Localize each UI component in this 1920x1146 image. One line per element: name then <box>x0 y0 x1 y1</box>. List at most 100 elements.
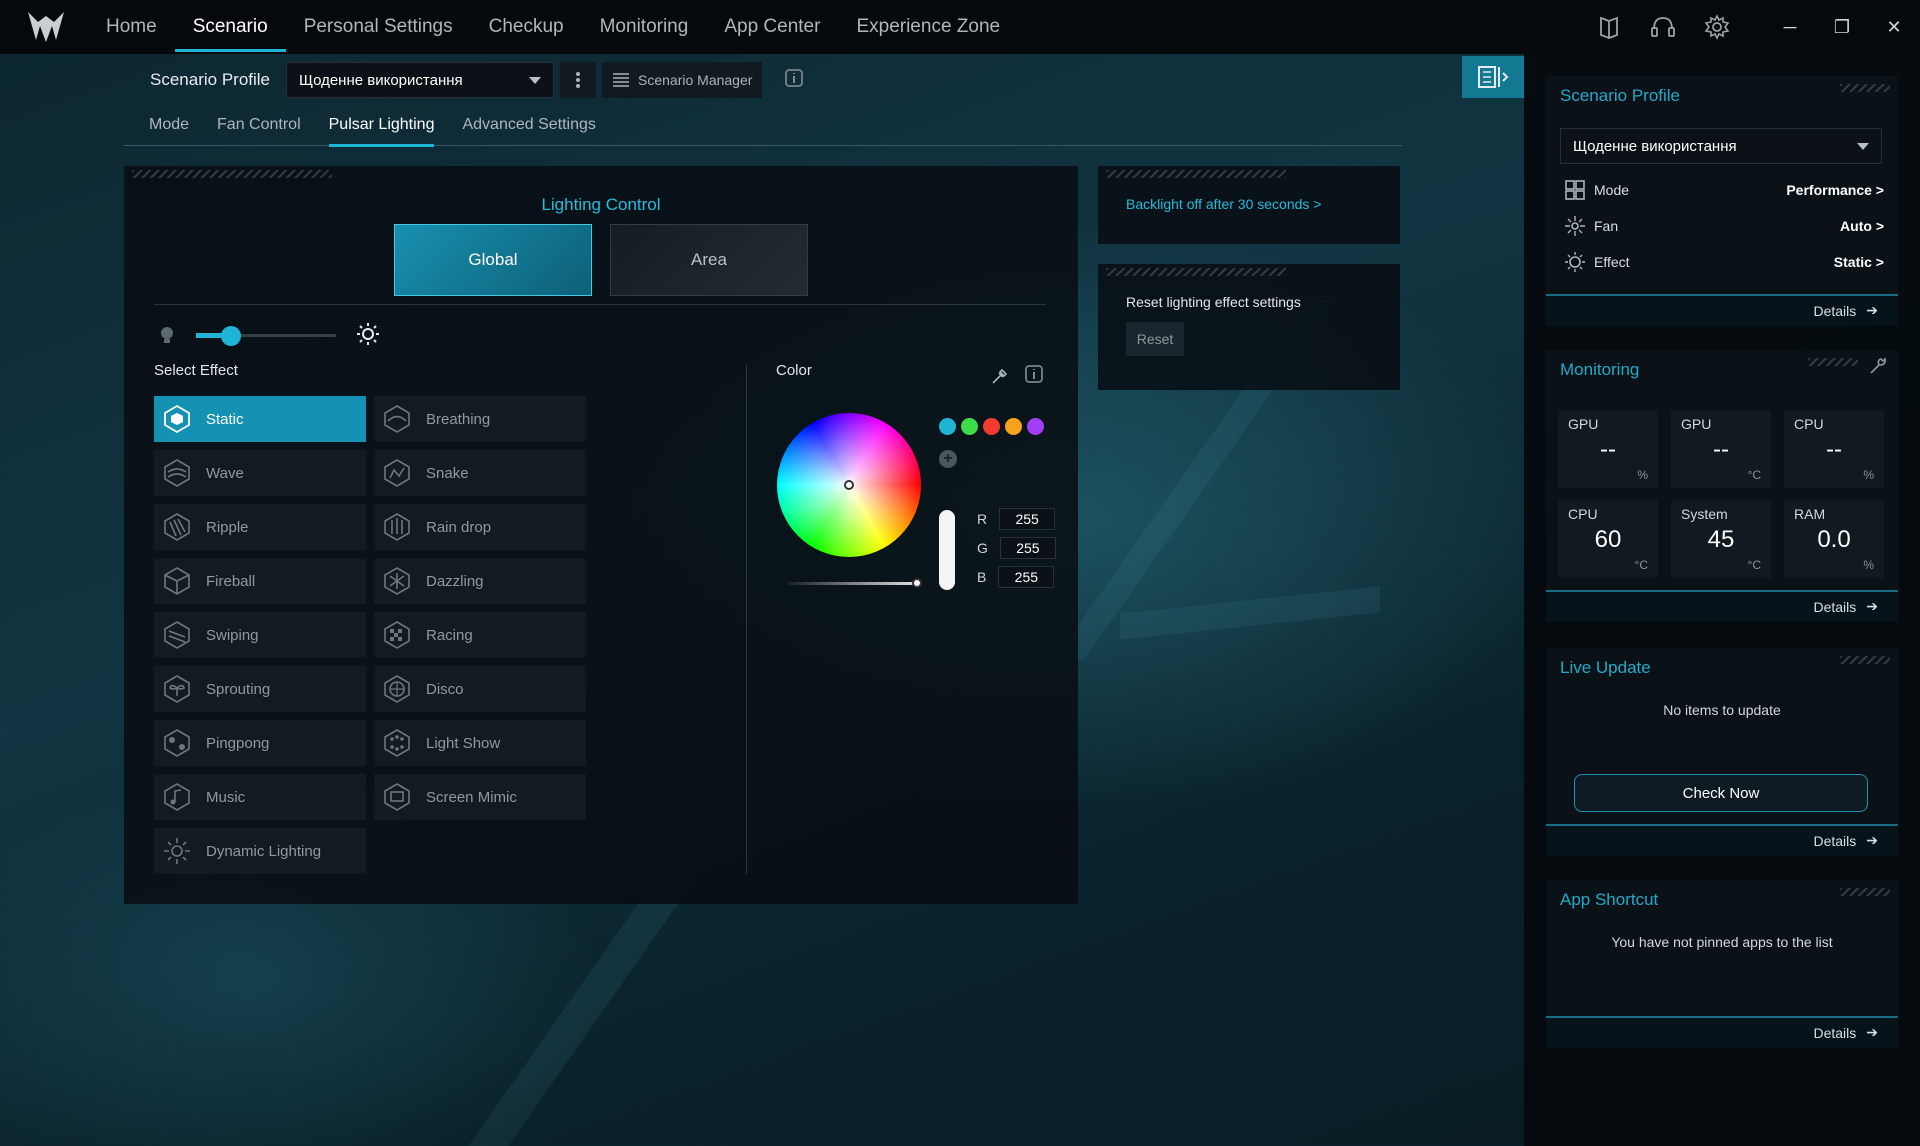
scenario-details-band: Details ➔ <box>1546 294 1898 326</box>
more-options-icon[interactable] <box>560 62 597 98</box>
sprout-icon <box>160 672 194 706</box>
effect-racing[interactable]: Racing <box>374 612 586 658</box>
g-input[interactable]: 255 <box>999 537 1056 559</box>
app-shortcut-title: App Shortcut <box>1560 890 1659 909</box>
value-slider-track[interactable] <box>788 582 920 585</box>
effect-swiping[interactable]: Swiping <box>154 612 366 658</box>
nav-personal-settings[interactable]: Personal Settings <box>286 0 471 54</box>
monitoring-details-band: Details ➔ <box>1546 590 1898 622</box>
nav-home[interactable]: Home <box>88 0 175 54</box>
effect-sprouting[interactable]: Sprouting <box>154 666 366 712</box>
effect-screen-mimic[interactable]: Screen Mimic <box>374 774 586 820</box>
lighting-control-title: Lighting Control <box>541 195 661 214</box>
color-label: Color <box>776 362 812 379</box>
value-slider-thumb[interactable] <box>912 578 922 588</box>
scenario-details-link[interactable]: Details ➔ <box>1813 302 1878 319</box>
scenario-profile-select[interactable]: Щоденне використання <box>286 62 555 98</box>
nav-checkup[interactable]: Checkup <box>471 0 582 54</box>
g-label: G <box>977 540 988 556</box>
restore-icon[interactable]: ❐ <box>1816 0 1868 54</box>
effect-wave[interactable]: Wave <box>154 450 366 496</box>
nav-experience-zone[interactable]: Experience Zone <box>838 0 1018 54</box>
headset-icon[interactable] <box>1636 0 1690 54</box>
scenario-manager-label: Scenario Manager <box>638 72 753 88</box>
color-swatch[interactable] <box>983 418 1000 435</box>
effect-breathing[interactable]: Breathing <box>374 396 586 442</box>
effect-music[interactable]: Music <box>154 774 366 820</box>
nav-app-center[interactable]: App Center <box>706 0 838 54</box>
tab-advanced-settings[interactable]: Advanced Settings <box>462 104 595 146</box>
settings-gear-icon[interactable] <box>1690 0 1744 54</box>
racing-flag-icon <box>380 618 414 652</box>
monitor-cpu-temp: CPU 60 °C <box>1558 500 1658 578</box>
effect-snake[interactable]: Snake <box>374 450 586 496</box>
scenario-profile-card-title: Scenario Profile <box>1560 86 1681 105</box>
color-wheel-selector[interactable] <box>844 480 854 490</box>
scenario-profile-side-value: Щоденне використання <box>1573 137 1737 155</box>
arrow-right-icon: ➔ <box>1866 1024 1878 1040</box>
brightness-low-icon <box>161 327 173 343</box>
dazzling-icon <box>380 564 414 598</box>
area-button[interactable]: Area <box>610 224 808 296</box>
monitoring-card: Monitoring GPU --% GPU -- °C CPU --% CPU 60 °C… <box>1546 350 1898 622</box>
minimize-icon[interactable]: ─ <box>1764 0 1816 54</box>
monitor-system-temp: System 45 °C <box>1671 500 1771 578</box>
app-shortcut-message: You have not pinned apps to the list <box>1611 934 1833 950</box>
brightness-slider-thumb[interactable] <box>221 326 241 346</box>
chevron-down-icon <box>1857 142 1869 150</box>
nav-monitoring[interactable]: Monitoring <box>582 0 707 54</box>
info-icon[interactable] <box>784 68 804 93</box>
b-input[interactable]: 255 <box>998 566 1055 588</box>
breathing-icon <box>380 402 414 436</box>
live-update-card: Live Update No items to update Check Now… <box>1546 648 1898 856</box>
live-update-details-link[interactable]: Details ➔ <box>1813 832 1878 849</box>
backlight-timeout-link[interactable]: Backlight off after 30 seconds > <box>1126 196 1321 212</box>
monitoring-details-link[interactable]: Details ➔ <box>1813 598 1878 615</box>
effect-fireball[interactable]: Fireball <box>154 558 366 604</box>
tab-pulsar-lighting[interactable]: Pulsar Lighting <box>328 104 434 147</box>
effect-static[interactable]: Static <box>154 396 366 442</box>
eyedropper-icon[interactable] <box>990 366 1010 386</box>
monitoring-card-title: Monitoring <box>1560 360 1640 379</box>
effect-rain-drop[interactable]: Rain drop <box>374 504 586 550</box>
decor-hatch <box>1840 656 1890 664</box>
scenario-effect-row[interactable]: Effect Static > <box>1564 248 1884 276</box>
effect-disco[interactable]: Disco <box>374 666 586 712</box>
r-input[interactable]: 255 <box>999 508 1056 530</box>
global-button[interactable]: Global <box>394 224 592 296</box>
info-icon[interactable] <box>1024 364 1044 384</box>
monitor-ram-usage: RAM 0.0% <box>1784 500 1884 578</box>
decor-hatch <box>1840 888 1890 896</box>
effect-pingpong[interactable]: Pingpong <box>154 720 366 766</box>
app-shortcut-details-link[interactable]: Details ➔ <box>1813 1024 1878 1041</box>
r-label: R <box>977 511 988 527</box>
tab-mode[interactable]: Mode <box>149 104 189 146</box>
wrench-icon[interactable] <box>1868 356 1888 376</box>
effect-ripple[interactable]: Ripple <box>154 504 366 550</box>
color-swatch[interactable] <box>961 418 978 435</box>
effect-dazzling[interactable]: Dazzling <box>374 558 586 604</box>
color-swatch[interactable] <box>939 418 956 435</box>
effect-dynamic-lighting[interactable]: Dynamic Lighting <box>154 828 366 874</box>
column-divider <box>746 364 747 874</box>
color-swatch[interactable] <box>1027 418 1044 435</box>
reset-button[interactable]: Reset <box>1126 322 1184 356</box>
scenario-mode-row[interactable]: Mode Performance > <box>1564 176 1884 204</box>
dynamic-lighting-icon <box>160 834 194 868</box>
add-color-icon[interactable]: + <box>939 450 957 468</box>
arrow-right-icon: ➔ <box>1866 832 1878 848</box>
mode-grid-icon <box>1565 180 1585 200</box>
tab-fan-control[interactable]: Fan Control <box>217 104 301 146</box>
book-icon[interactable] <box>1582 0 1636 54</box>
scenario-manager-button[interactable]: Scenario Manager <box>602 62 763 98</box>
nav-scenario[interactable]: Scenario <box>174 0 286 54</box>
color-swatch[interactable] <box>1005 418 1022 435</box>
monitor-gpu-temp: GPU -- °C <box>1671 410 1771 488</box>
scenario-fan-row[interactable]: Fan Auto > <box>1564 212 1884 240</box>
effect-light-show[interactable]: Light Show <box>374 720 586 766</box>
close-icon[interactable]: ✕ <box>1868 0 1920 54</box>
scenario-profile-select-side[interactable]: Щоденне використання <box>1560 128 1882 164</box>
panel-toggle-icon[interactable] <box>1462 56 1524 98</box>
pingpong-icon <box>160 726 194 760</box>
check-now-button[interactable]: Check Now <box>1574 774 1868 812</box>
